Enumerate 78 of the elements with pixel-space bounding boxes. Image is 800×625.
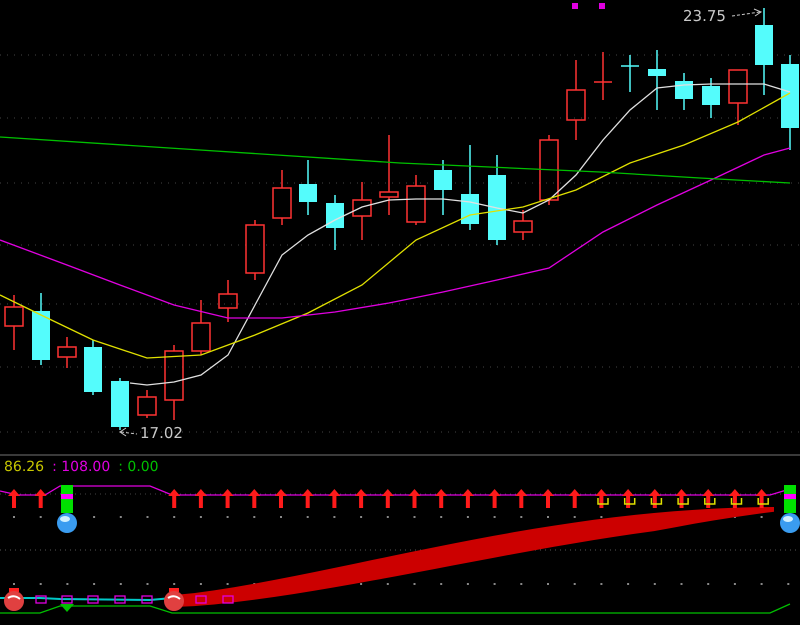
- candlestick: [513, 210, 533, 240]
- candlestick: [218, 280, 238, 322]
- candlestick: [621, 55, 639, 92]
- up-arrow-icon: [568, 489, 581, 508]
- up-arrow-icon: [8, 489, 20, 508]
- up-arrow-icon: [595, 489, 608, 508]
- square-marker-icon: [677, 498, 689, 505]
- square-marker-icon: [222, 595, 234, 604]
- up-arrow-icon: [302, 489, 314, 508]
- arrow-icon: [119, 428, 138, 436]
- square-marker-icon: [624, 498, 636, 505]
- square-marker-icon: [114, 595, 126, 604]
- candlestick: [434, 160, 452, 215]
- candlestick: [137, 390, 157, 418]
- candlestick: [299, 160, 317, 215]
- up-arrow-icon: [488, 489, 501, 508]
- candlestick: [594, 52, 612, 100]
- signal-bar-icon: [784, 485, 796, 513]
- indicator-value: : 108.00: [52, 460, 110, 476]
- up-arrow-icon: [542, 489, 554, 508]
- up-arrow-icon: [222, 489, 234, 508]
- down-triangle-icon: [60, 604, 74, 612]
- square-marker-icon: [572, 3, 578, 9]
- arrow-icon: [732, 8, 762, 16]
- candlestick: [675, 73, 693, 110]
- price-label: 17.02: [140, 426, 183, 441]
- square-marker-icon: [730, 498, 742, 505]
- candlestick: [84, 340, 102, 395]
- candlestick: [111, 378, 129, 430]
- sphere-icon: [780, 513, 800, 533]
- up-arrow-icon: [728, 489, 741, 508]
- up-arrow-icon: [435, 489, 448, 508]
- square-marker-icon: [61, 595, 73, 604]
- up-arrow-icon: [676, 489, 688, 508]
- price-label: 23.75: [683, 9, 726, 24]
- sphere-icon: [4, 588, 24, 611]
- candlestick: [406, 175, 426, 225]
- candlestick: [272, 170, 292, 225]
- sphere-icon: [164, 588, 184, 611]
- indicator-value: : 0.00: [118, 460, 159, 476]
- candlestick: [702, 78, 720, 118]
- up-arrow-icon: [756, 489, 768, 508]
- up-arrow-icon: [194, 489, 207, 508]
- candlestick: [245, 220, 265, 280]
- up-arrow-icon: [34, 489, 47, 508]
- candlestick: [191, 300, 211, 355]
- square-marker-icon: [195, 595, 207, 604]
- candlestick: [728, 69, 748, 125]
- up-arrow-icon: [248, 489, 260, 508]
- candlestick: [539, 135, 559, 205]
- candlestick: [57, 337, 77, 368]
- candlestick: [4, 295, 24, 350]
- square-marker-icon: [35, 595, 47, 604]
- square-marker-icon: [650, 498, 662, 505]
- candlestick: [32, 293, 50, 365]
- up-arrow-icon: [328, 489, 340, 508]
- up-arrow-icon: [275, 489, 287, 508]
- square-marker-icon: [87, 595, 99, 604]
- square-marker-icon: [757, 498, 769, 505]
- candlestick: [326, 195, 344, 250]
- up-arrow-icon: [622, 489, 634, 508]
- square-marker-icon: [704, 498, 716, 505]
- up-arrow-icon: [462, 489, 474, 508]
- indicator-value: 86.26: [4, 460, 44, 476]
- signal-bar-icon: [61, 485, 73, 513]
- square-marker-icon: [141, 595, 153, 604]
- candlestick: [352, 182, 372, 240]
- candlestick: [648, 50, 666, 110]
- up-arrow-icon: [408, 489, 420, 508]
- square-marker-icon: [599, 3, 605, 9]
- sphere-icon: [57, 513, 77, 533]
- up-arrow-icon: [382, 489, 394, 508]
- square-marker-icon: [597, 498, 609, 505]
- up-arrow-icon: [648, 489, 661, 508]
- up-arrow-icon: [702, 489, 714, 508]
- up-arrow-icon: [168, 489, 180, 508]
- up-arrow-icon: [515, 489, 528, 508]
- up-arrow-icon: [355, 489, 368, 508]
